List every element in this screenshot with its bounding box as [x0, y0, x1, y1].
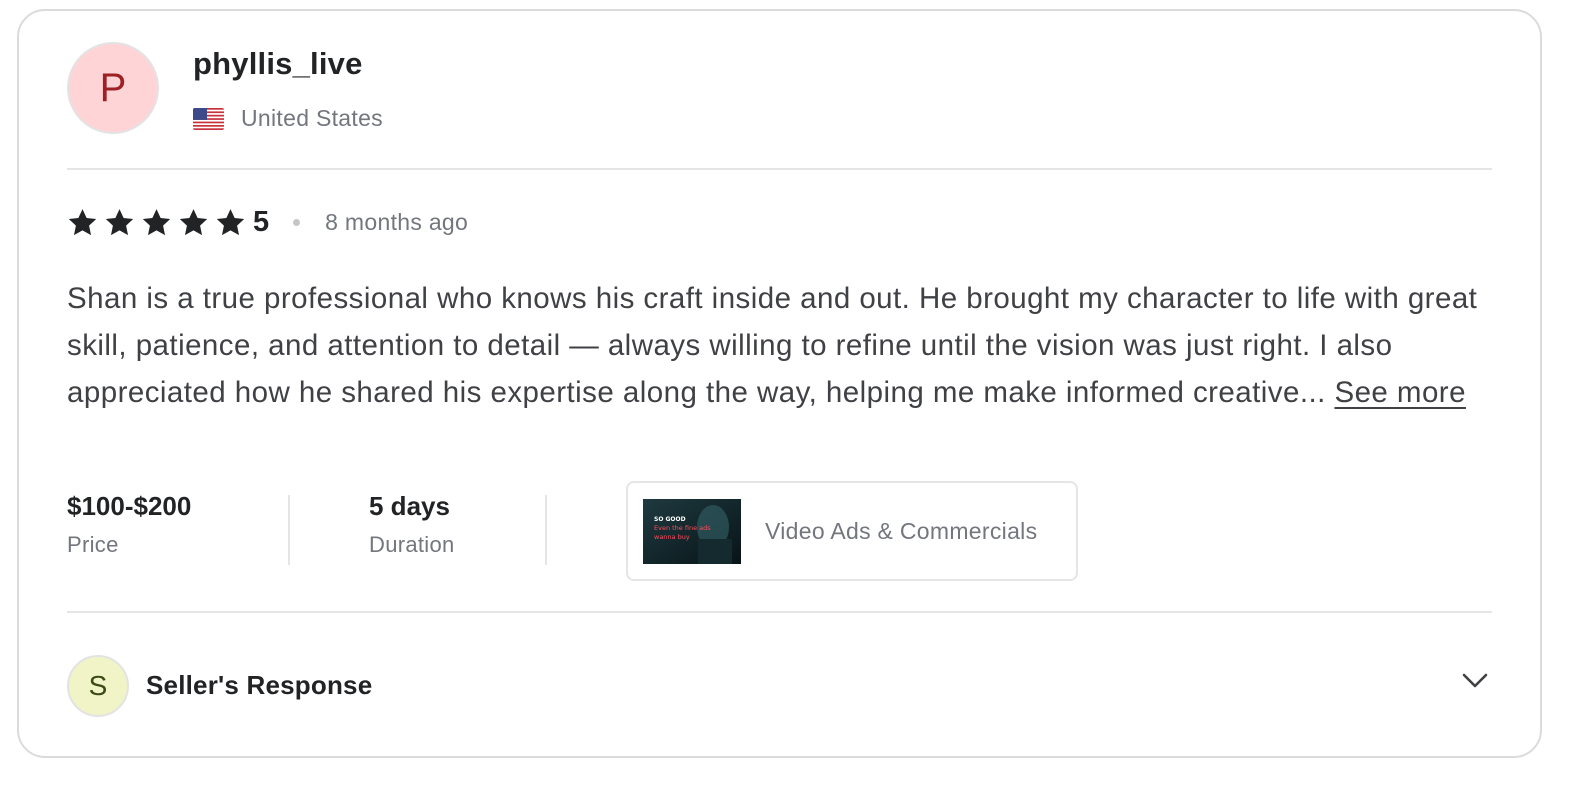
reviewer-username[interactable]: phyllis_live — [193, 46, 363, 82]
gig-link-card[interactable]: SO GOOD Even the fine ads wanna buy Vide… — [626, 481, 1078, 581]
order-meta: $100-$200 Price 5 days Duration SO GOOD … — [67, 481, 1492, 591]
duration-label: Duration — [369, 532, 455, 557]
reviewer-avatar[interactable]: P — [67, 42, 159, 134]
header-divider — [67, 168, 1492, 170]
meta-bottom-divider — [67, 611, 1492, 613]
rating-row: 5 8 months ago — [67, 202, 468, 242]
duration-info: 5 days Duration — [369, 491, 455, 558]
gig-title[interactable]: Video Ads & Commercials — [765, 518, 1037, 545]
duration-value: 5 days — [369, 491, 450, 521]
star-icon — [105, 208, 134, 235]
review-card-inner: P phyllis_live United States 5 8 months … — [67, 11, 1492, 756]
separator-dot — [293, 218, 301, 226]
gig-thumb-caption: wanna buy — [654, 533, 690, 541]
meta-divider — [545, 495, 547, 565]
gig-thumbnail: SO GOOD Even the fine ads wanna buy — [643, 498, 741, 564]
review-time-ago: 8 months ago — [325, 208, 469, 235]
seller-avatar: S — [67, 655, 129, 717]
meta-divider — [288, 495, 290, 565]
review-text: Shan is a true professional who knows hi… — [67, 282, 1478, 409]
star-rating — [67, 207, 252, 238]
price-value: $100-$200 — [67, 491, 192, 521]
price-label: Price — [67, 532, 119, 557]
gig-thumb-caption: SO GOOD — [654, 516, 686, 523]
star-icon — [68, 208, 97, 235]
reviewer-country: United States — [241, 105, 383, 131]
reviewer-header: P phyllis_live United States — [67, 42, 1492, 138]
reviewer-country-row: United States — [193, 105, 383, 132]
us-flag-icon — [193, 107, 224, 130]
chevron-down-icon[interactable] — [1462, 673, 1488, 689]
star-icon — [216, 208, 245, 235]
gig-thumb-caption: Even the fine ads — [654, 524, 711, 532]
star-icon — [142, 208, 171, 235]
seller-response-title: Seller's Response — [146, 670, 373, 700]
seller-response-toggle[interactable]: S Seller's Response — [67, 655, 1492, 719]
star-icon — [179, 208, 208, 235]
price-info: $100-$200 Price — [67, 491, 191, 558]
see-more-link[interactable]: See more — [1334, 376, 1466, 409]
rating-value: 5 — [253, 205, 270, 238]
review-card: P phyllis_live United States 5 8 months … — [17, 9, 1542, 758]
review-text-block: Shan is a true professional who knows hi… — [67, 275, 1507, 416]
